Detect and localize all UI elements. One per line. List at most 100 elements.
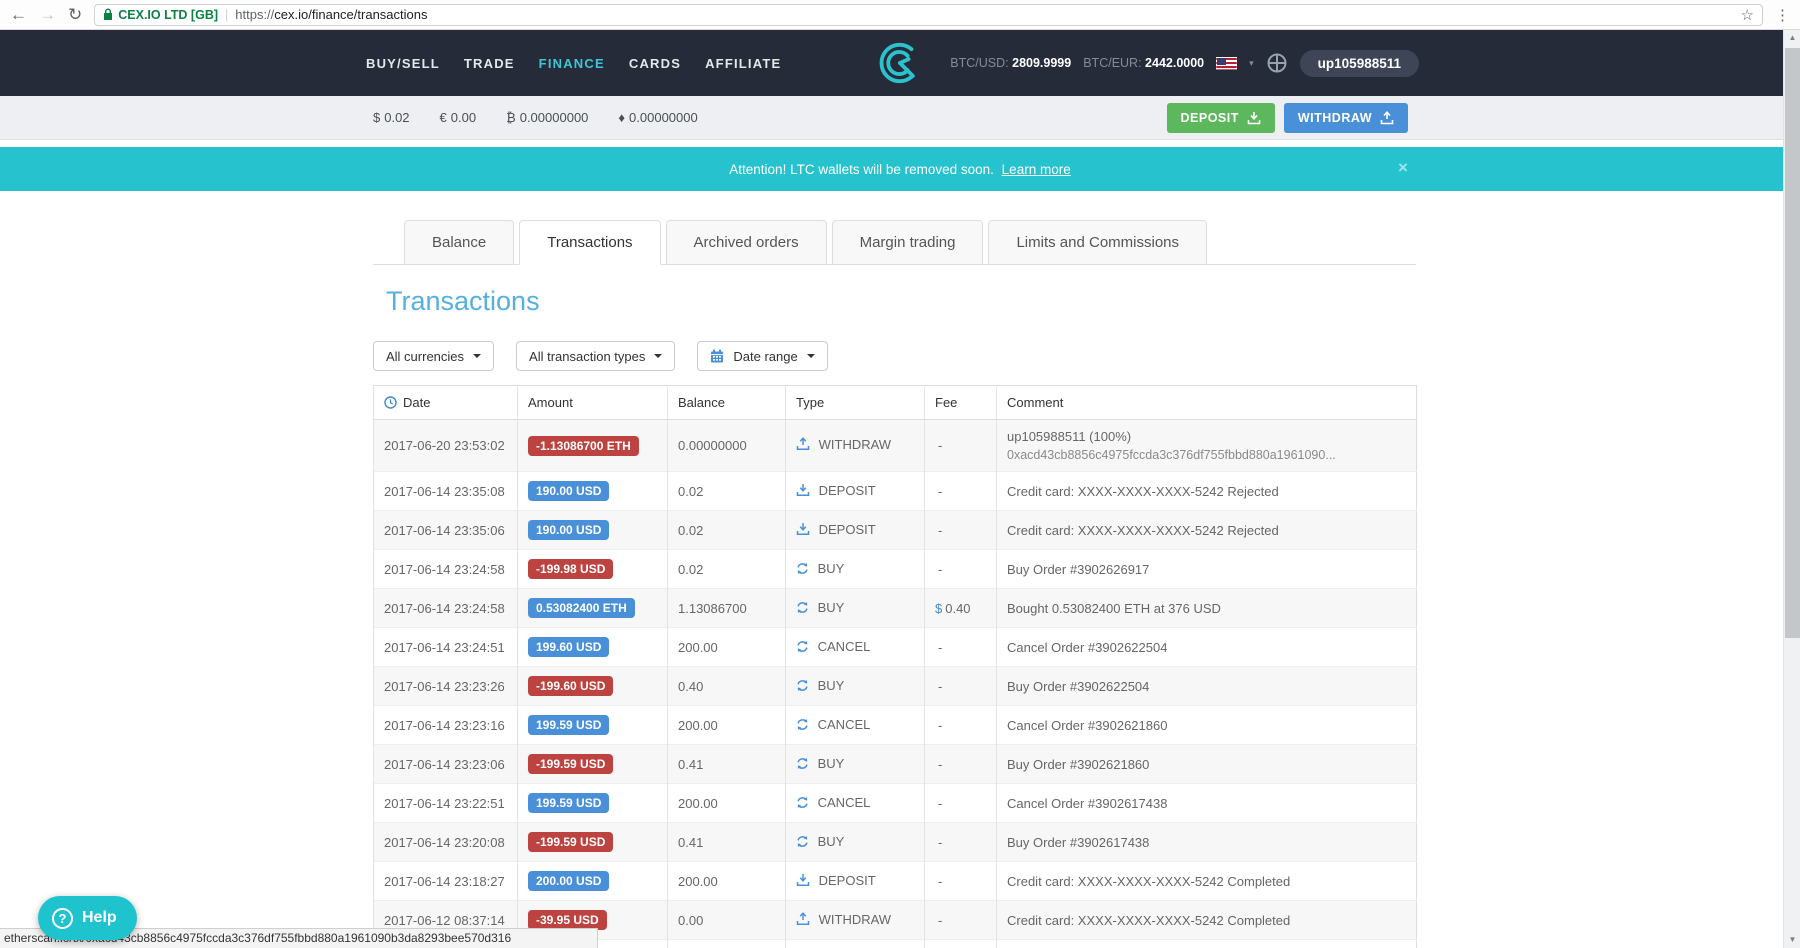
- header-date[interactable]: Date: [374, 386, 518, 420]
- header-amount[interactable]: Amount: [518, 386, 668, 420]
- cell-type: CANCEL: [786, 706, 925, 745]
- help-label: Help: [82, 909, 117, 927]
- table-row[interactable]: 2017-06-14 23:22:51 199.59 USD 200.00 CA…: [374, 784, 1417, 823]
- ticker-label: BTC/EUR:: [1083, 56, 1141, 70]
- transactions-table: Date Amount Balance Type Fee Comment 201…: [373, 385, 1417, 948]
- comment-text: Buy Order #3902626917: [1007, 562, 1406, 577]
- comment-text: Credit card: XXXX-XXXX-XXXX-5242 Rejecte…: [1007, 484, 1406, 499]
- table-row[interactable]: 2017-06-14 23:35:08 190.00 USD 0.02 DEPO…: [374, 472, 1417, 511]
- nav-item-buy-sell[interactable]: BUY/SELL: [366, 56, 440, 71]
- date-range-filter[interactable]: Date range: [697, 341, 827, 371]
- table-row[interactable]: 2017-06-14 23:23:16 199.59 USD 200.00 CA…: [374, 706, 1417, 745]
- currencies-filter[interactable]: All currencies: [373, 341, 494, 371]
- cell-balance: 0.02: [668, 550, 786, 589]
- fee-value: -: [938, 523, 942, 538]
- scrollbar[interactable]: ▲ ▼: [1783, 30, 1800, 948]
- amount-badge: -199.59 USD: [528, 754, 613, 774]
- nav-item-trade[interactable]: TRADE: [464, 56, 515, 71]
- exchange-icon: [796, 718, 809, 734]
- cell-balance: 0.00: [668, 901, 786, 940]
- help-button[interactable]: ? Help: [38, 896, 137, 940]
- nav-item-finance[interactable]: FINANCE: [539, 56, 605, 71]
- forward-icon[interactable]: →: [39, 6, 56, 23]
- header-balance[interactable]: Balance: [668, 386, 786, 420]
- withdraw-label: WITHDRAW: [1298, 111, 1372, 125]
- balance-item: $0.02: [373, 110, 410, 125]
- nav-item-affiliate[interactable]: AFFILIATE: [705, 56, 781, 71]
- cell-fee: -: [925, 628, 997, 667]
- url-scheme: https://: [235, 7, 274, 22]
- tab-archived-orders[interactable]: Archived orders: [666, 220, 827, 265]
- tx-hash-link[interactable]: 0xacd43cb8856c4975fccda3c376df755fbbd880…: [1007, 448, 1406, 462]
- globe-icon[interactable]: [1266, 52, 1288, 74]
- fee-value: -: [938, 640, 942, 655]
- fee-value: -: [938, 913, 942, 928]
- comment-text: Cancel Order #3902622504: [1007, 640, 1406, 655]
- url-rest: cex.io/finance/transactions: [274, 7, 427, 22]
- language-caret-icon[interactable]: ▾: [1249, 58, 1254, 69]
- cex-logo[interactable]: [876, 40, 922, 86]
- nav-item-cards[interactable]: CARDS: [629, 56, 681, 71]
- table-row[interactable]: 2017-06-14 23:20:08 -199.59 USD 0.41 BUY…: [374, 823, 1417, 862]
- scroll-up-icon[interactable]: ▲: [1784, 30, 1800, 46]
- type-label: CANCEL: [818, 717, 871, 732]
- cell-amount: 199.59 USD: [518, 706, 668, 745]
- table-row[interactable]: 2017-06-14 23:24:58 0.53082400 ETH 1.130…: [374, 589, 1417, 628]
- header-fee[interactable]: Fee: [925, 386, 997, 420]
- table-row[interactable]: 2017-06-14 23:24:51 199.60 USD 200.00 CA…: [374, 628, 1417, 667]
- close-icon[interactable]: ×: [1398, 159, 1408, 176]
- back-icon[interactable]: ←: [10, 6, 27, 23]
- cell-amount: 190.00 USD: [518, 511, 668, 550]
- cell-balance: 0.00000000: [668, 420, 786, 472]
- cell-fee: -: [925, 550, 997, 589]
- tab-margin-trading[interactable]: Margin trading: [832, 220, 984, 265]
- cell-type: BUY: [786, 589, 925, 628]
- cell-comment: Credit card: XXXX-XXXX-XXXX-5242 Complet…: [997, 901, 1417, 940]
- scrollbar-thumb[interactable]: [1785, 48, 1800, 638]
- calendar-icon: [710, 349, 724, 363]
- transaction-types-filter[interactable]: All transaction types: [516, 341, 675, 371]
- cell-amount: -199.60 USD: [518, 667, 668, 706]
- address-separator: |: [225, 8, 228, 22]
- exchange-icon: [796, 679, 809, 695]
- exchange-icon: [796, 796, 809, 812]
- tab-limits-and-commissions[interactable]: Limits and Commissions: [988, 220, 1207, 265]
- address-bar[interactable]: CEX.IO LTD [GB] | https://cex.io/finance…: [94, 4, 1763, 26]
- amount-badge: -1.13086700 ETH: [528, 436, 639, 456]
- withdraw-button[interactable]: WITHDRAW: [1284, 103, 1408, 133]
- table-row[interactable]: 2017-06-14 23:24:58 -199.98 USD 0.02 BUY…: [374, 550, 1417, 589]
- deposit-button[interactable]: DEPOSIT: [1167, 103, 1275, 133]
- cell-fee: -: [925, 472, 997, 511]
- table-row[interactable]: 2017-06-14 23:18:27 200.00 USD 200.00 DE…: [374, 862, 1417, 901]
- learn-more-link[interactable]: Learn more: [1002, 162, 1071, 177]
- comment-text: Cancel Order #3902621860: [1007, 718, 1406, 733]
- table-row[interactable]: 2017-06-14 23:23:06 -199.59 USD 0.41 BUY…: [374, 745, 1417, 784]
- cell-balance: 0.41: [668, 745, 786, 784]
- site-identity[interactable]: CEX.IO LTD [GB]: [103, 8, 218, 22]
- deposit-label: DEPOSIT: [1181, 111, 1239, 125]
- reload-icon[interactable]: ↻: [68, 6, 82, 23]
- filters: All currencies All transaction types Dat…: [373, 341, 1800, 371]
- amount-badge: 190.00 USD: [528, 481, 609, 501]
- table-row[interactable]: 2017-06-14 23:23:26 -199.60 USD 0.40 BUY…: [374, 667, 1417, 706]
- cell-date: 2017-06-14 23:23:26: [374, 667, 518, 706]
- bookmark-star-icon[interactable]: ☆: [1741, 6, 1754, 24]
- cell-date: 2017-06-14 23:24:58: [374, 550, 518, 589]
- currency-symbol: ₿: [506, 110, 516, 125]
- username-button[interactable]: up105988511: [1300, 50, 1419, 77]
- date-range-filter-label: Date range: [733, 349, 797, 364]
- tab-transactions[interactable]: Transactions: [519, 220, 660, 265]
- header-type[interactable]: Type: [786, 386, 925, 420]
- tab-balance[interactable]: Balance: [404, 220, 514, 265]
- finance-tabs: BalanceTransactionsArchived ordersMargin…: [373, 220, 1416, 265]
- scroll-down-icon[interactable]: ▼: [1784, 932, 1800, 948]
- comment-text: Buy Order #3902622504: [1007, 679, 1406, 694]
- header-comment[interactable]: Comment: [997, 386, 1417, 420]
- ticker-label: BTC/USD:: [950, 56, 1008, 70]
- table-row[interactable]: 2017-06-14 23:35:06 190.00 USD 0.02 DEPO…: [374, 511, 1417, 550]
- browser-menu-icon[interactable]: ⋮: [1775, 6, 1790, 24]
- us-flag-icon[interactable]: [1216, 57, 1237, 70]
- ticker-btc-eur: BTC/EUR: 2442.0000: [1083, 56, 1204, 70]
- cell-date: 2017-06-14 23:24:58: [374, 589, 518, 628]
- table-row[interactable]: 2017-06-20 23:53:02 -1.13086700 ETH 0.00…: [374, 420, 1417, 472]
